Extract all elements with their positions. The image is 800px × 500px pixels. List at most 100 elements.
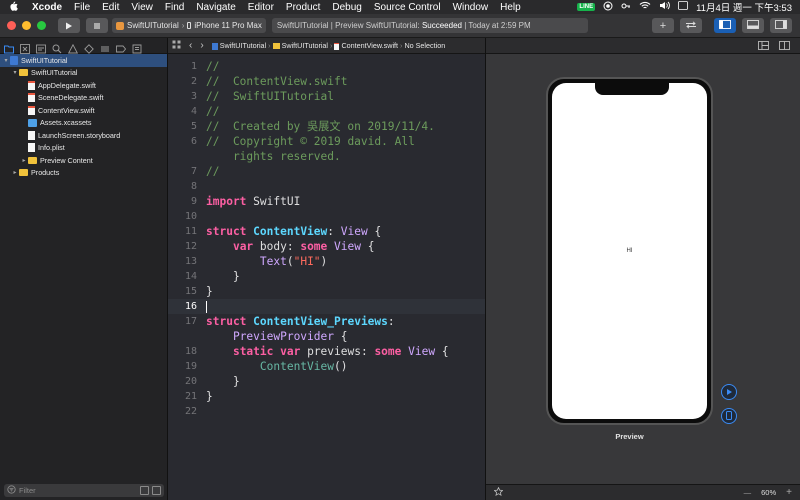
preview-screen[interactable]: HI bbox=[552, 83, 707, 419]
menu-file[interactable]: File bbox=[68, 2, 96, 13]
jump-crumb-project[interactable]: SwiftUITutorial bbox=[211, 41, 266, 50]
report-navigator-icon[interactable] bbox=[132, 41, 142, 53]
line-number: 17 bbox=[184, 316, 197, 327]
minimize-window-button[interactable] bbox=[22, 21, 31, 30]
jump-crumb-selection[interactable]: No Selection bbox=[404, 41, 445, 50]
jump-crumb-file[interactable]: ContentView.swift bbox=[334, 41, 398, 50]
code-line[interactable]: 14 } bbox=[168, 269, 485, 284]
code-line[interactable]: 22 bbox=[168, 404, 485, 419]
menu-debug[interactable]: Debug bbox=[326, 2, 367, 13]
recent-files-filter-icon[interactable] bbox=[140, 486, 149, 495]
menu-view[interactable]: View bbox=[125, 2, 159, 13]
menu-navigate[interactable]: Navigate bbox=[190, 2, 241, 13]
debug-navigator-icon[interactable] bbox=[100, 41, 110, 51]
close-window-button[interactable] bbox=[7, 21, 16, 30]
tree-item[interactable]: ▾ SwiftUITutorial bbox=[0, 67, 167, 80]
tree-item[interactable]: AppDelegate.swift bbox=[0, 79, 167, 92]
code-line[interactable]: rights reserved. bbox=[168, 149, 485, 164]
tree-item[interactable]: Info.plist bbox=[0, 142, 167, 155]
symbol-navigator-icon[interactable] bbox=[36, 41, 46, 53]
menu-window[interactable]: Window bbox=[447, 2, 495, 13]
code-line[interactable]: 6 // Copyright © 2019 david. All bbox=[168, 134, 485, 149]
zoom-in-button[interactable]: + bbox=[786, 487, 792, 498]
tree-item[interactable]: ▾ SwiftUITutorial bbox=[0, 54, 167, 67]
code-line[interactable]: 12 var body: some View { bbox=[168, 239, 485, 254]
tree-item[interactable]: ContentView.swift bbox=[0, 104, 167, 117]
disclosure-expanded-icon[interactable]: ▾ bbox=[2, 57, 10, 64]
related-items-icon[interactable] bbox=[172, 40, 181, 51]
zoom-window-button[interactable] bbox=[37, 21, 46, 30]
clock-datetime[interactable]: 11月4日 週一 下午3:53 bbox=[696, 0, 792, 14]
modified-files-filter-icon[interactable] bbox=[152, 486, 161, 495]
code-area[interactable]: 1 // 2 // ContentView.swift 3 // SwiftUITutor… bbox=[168, 54, 485, 419]
issue-navigator-icon[interactable] bbox=[67, 41, 79, 53]
test-navigator-icon[interactable] bbox=[84, 41, 94, 54]
code-line[interactable]: 1 // bbox=[168, 59, 485, 74]
find-navigator-icon[interactable] bbox=[52, 41, 62, 53]
filter-input[interactable]: Filter bbox=[19, 486, 36, 495]
code-line[interactable]: 15} bbox=[168, 284, 485, 299]
zoom-out-button[interactable]: — bbox=[744, 488, 752, 497]
tree-item[interactable]: LaunchScreen.storyboard bbox=[0, 129, 167, 142]
code-line[interactable]: 5 // Created by 吳展文 on 2019/11/4. bbox=[168, 119, 485, 134]
code-line[interactable]: 13 Text("HI") bbox=[168, 254, 485, 269]
key-icon[interactable] bbox=[621, 1, 631, 14]
crumb-label: SwiftUITutorial bbox=[281, 41, 329, 50]
tree-item[interactable]: ▸ Products bbox=[0, 167, 167, 180]
source-control-navigator-icon[interactable] bbox=[20, 41, 30, 54]
tree-item[interactable]: ▸ Preview Content bbox=[0, 154, 167, 167]
preview-on-device-button[interactable] bbox=[721, 408, 737, 424]
menu-source-control[interactable]: Source Control bbox=[368, 2, 447, 13]
tree-item[interactable]: SceneDelegate.swift bbox=[0, 92, 167, 105]
code-line[interactable]: 16 bbox=[168, 299, 485, 314]
code-line[interactable]: 8 bbox=[168, 179, 485, 194]
toggle-navigator-button[interactable] bbox=[714, 18, 736, 33]
volume-icon[interactable] bbox=[659, 1, 670, 13]
code-line[interactable]: 2 // ContentView.swift bbox=[168, 74, 485, 89]
toggle-inspector-button[interactable] bbox=[770, 18, 792, 33]
apple-menu-icon[interactable] bbox=[0, 0, 26, 14]
code-line[interactable]: 18 static var previews: some View { bbox=[168, 344, 485, 359]
live-preview-button[interactable] bbox=[721, 384, 737, 400]
menu-product[interactable]: Product bbox=[280, 2, 326, 13]
folder-navigator-icon[interactable] bbox=[4, 41, 14, 53]
scheme-selector[interactable]: SwiftUITutorial › iPhone 11 Pro Max bbox=[112, 18, 266, 33]
add-editor-split-icon[interactable] bbox=[779, 37, 790, 55]
jump-crumb-folder[interactable]: SwiftUITutorial bbox=[272, 41, 329, 50]
disclosure-expanded-icon[interactable]: ▾ bbox=[11, 69, 19, 76]
code-line[interactable]: 3 // SwiftUITutorial bbox=[168, 89, 485, 104]
menu-edit[interactable]: Edit bbox=[96, 2, 125, 13]
toggle-debug-area-button[interactable] bbox=[742, 18, 764, 33]
library-button[interactable]: + bbox=[652, 18, 674, 33]
code-line[interactable]: 11 struct ContentView: View { bbox=[168, 224, 485, 239]
tree-item[interactable]: Assets.xcassets bbox=[0, 117, 167, 130]
menu-help[interactable]: Help bbox=[494, 2, 527, 13]
flag-icon[interactable] bbox=[678, 1, 688, 13]
breakpoint-navigator-icon[interactable] bbox=[116, 41, 127, 52]
forward-arrow-icon[interactable]: › bbox=[200, 40, 203, 51]
code-line[interactable]: 19 ContentView() bbox=[168, 359, 485, 374]
disclosure-collapsed-icon[interactable]: ▸ bbox=[20, 157, 28, 164]
code-line[interactable]: 4 // bbox=[168, 104, 485, 119]
stop-button[interactable] bbox=[86, 18, 108, 33]
code-review-button[interactable] bbox=[680, 18, 702, 33]
code-line[interactable]: 9 import SwiftUI bbox=[168, 194, 485, 209]
adjust-editor-options-icon[interactable] bbox=[758, 37, 769, 55]
record-icon[interactable] bbox=[603, 1, 613, 14]
code-line[interactable]: PreviewProvider { bbox=[168, 329, 485, 344]
menu-app-name[interactable]: Xcode bbox=[26, 2, 68, 13]
line-app-badge[interactable]: LINE bbox=[577, 3, 596, 11]
code-line[interactable]: 7 // bbox=[168, 164, 485, 179]
zoom-level[interactable]: 60% bbox=[761, 488, 776, 497]
code-line[interactable]: 20 } bbox=[168, 374, 485, 389]
run-button[interactable] bbox=[58, 18, 80, 33]
menu-find[interactable]: Find bbox=[159, 2, 190, 13]
disclosure-collapsed-icon[interactable]: ▸ bbox=[11, 169, 19, 176]
code-line[interactable]: 17 struct ContentView_Previews: bbox=[168, 314, 485, 329]
code-line[interactable]: 21} bbox=[168, 389, 485, 404]
pin-icon[interactable] bbox=[493, 486, 504, 498]
menu-editor[interactable]: Editor bbox=[242, 2, 280, 13]
code-line[interactable]: 10 bbox=[168, 209, 485, 224]
wifi-icon[interactable] bbox=[639, 1, 651, 13]
back-arrow-icon[interactable]: ‹ bbox=[189, 40, 192, 51]
